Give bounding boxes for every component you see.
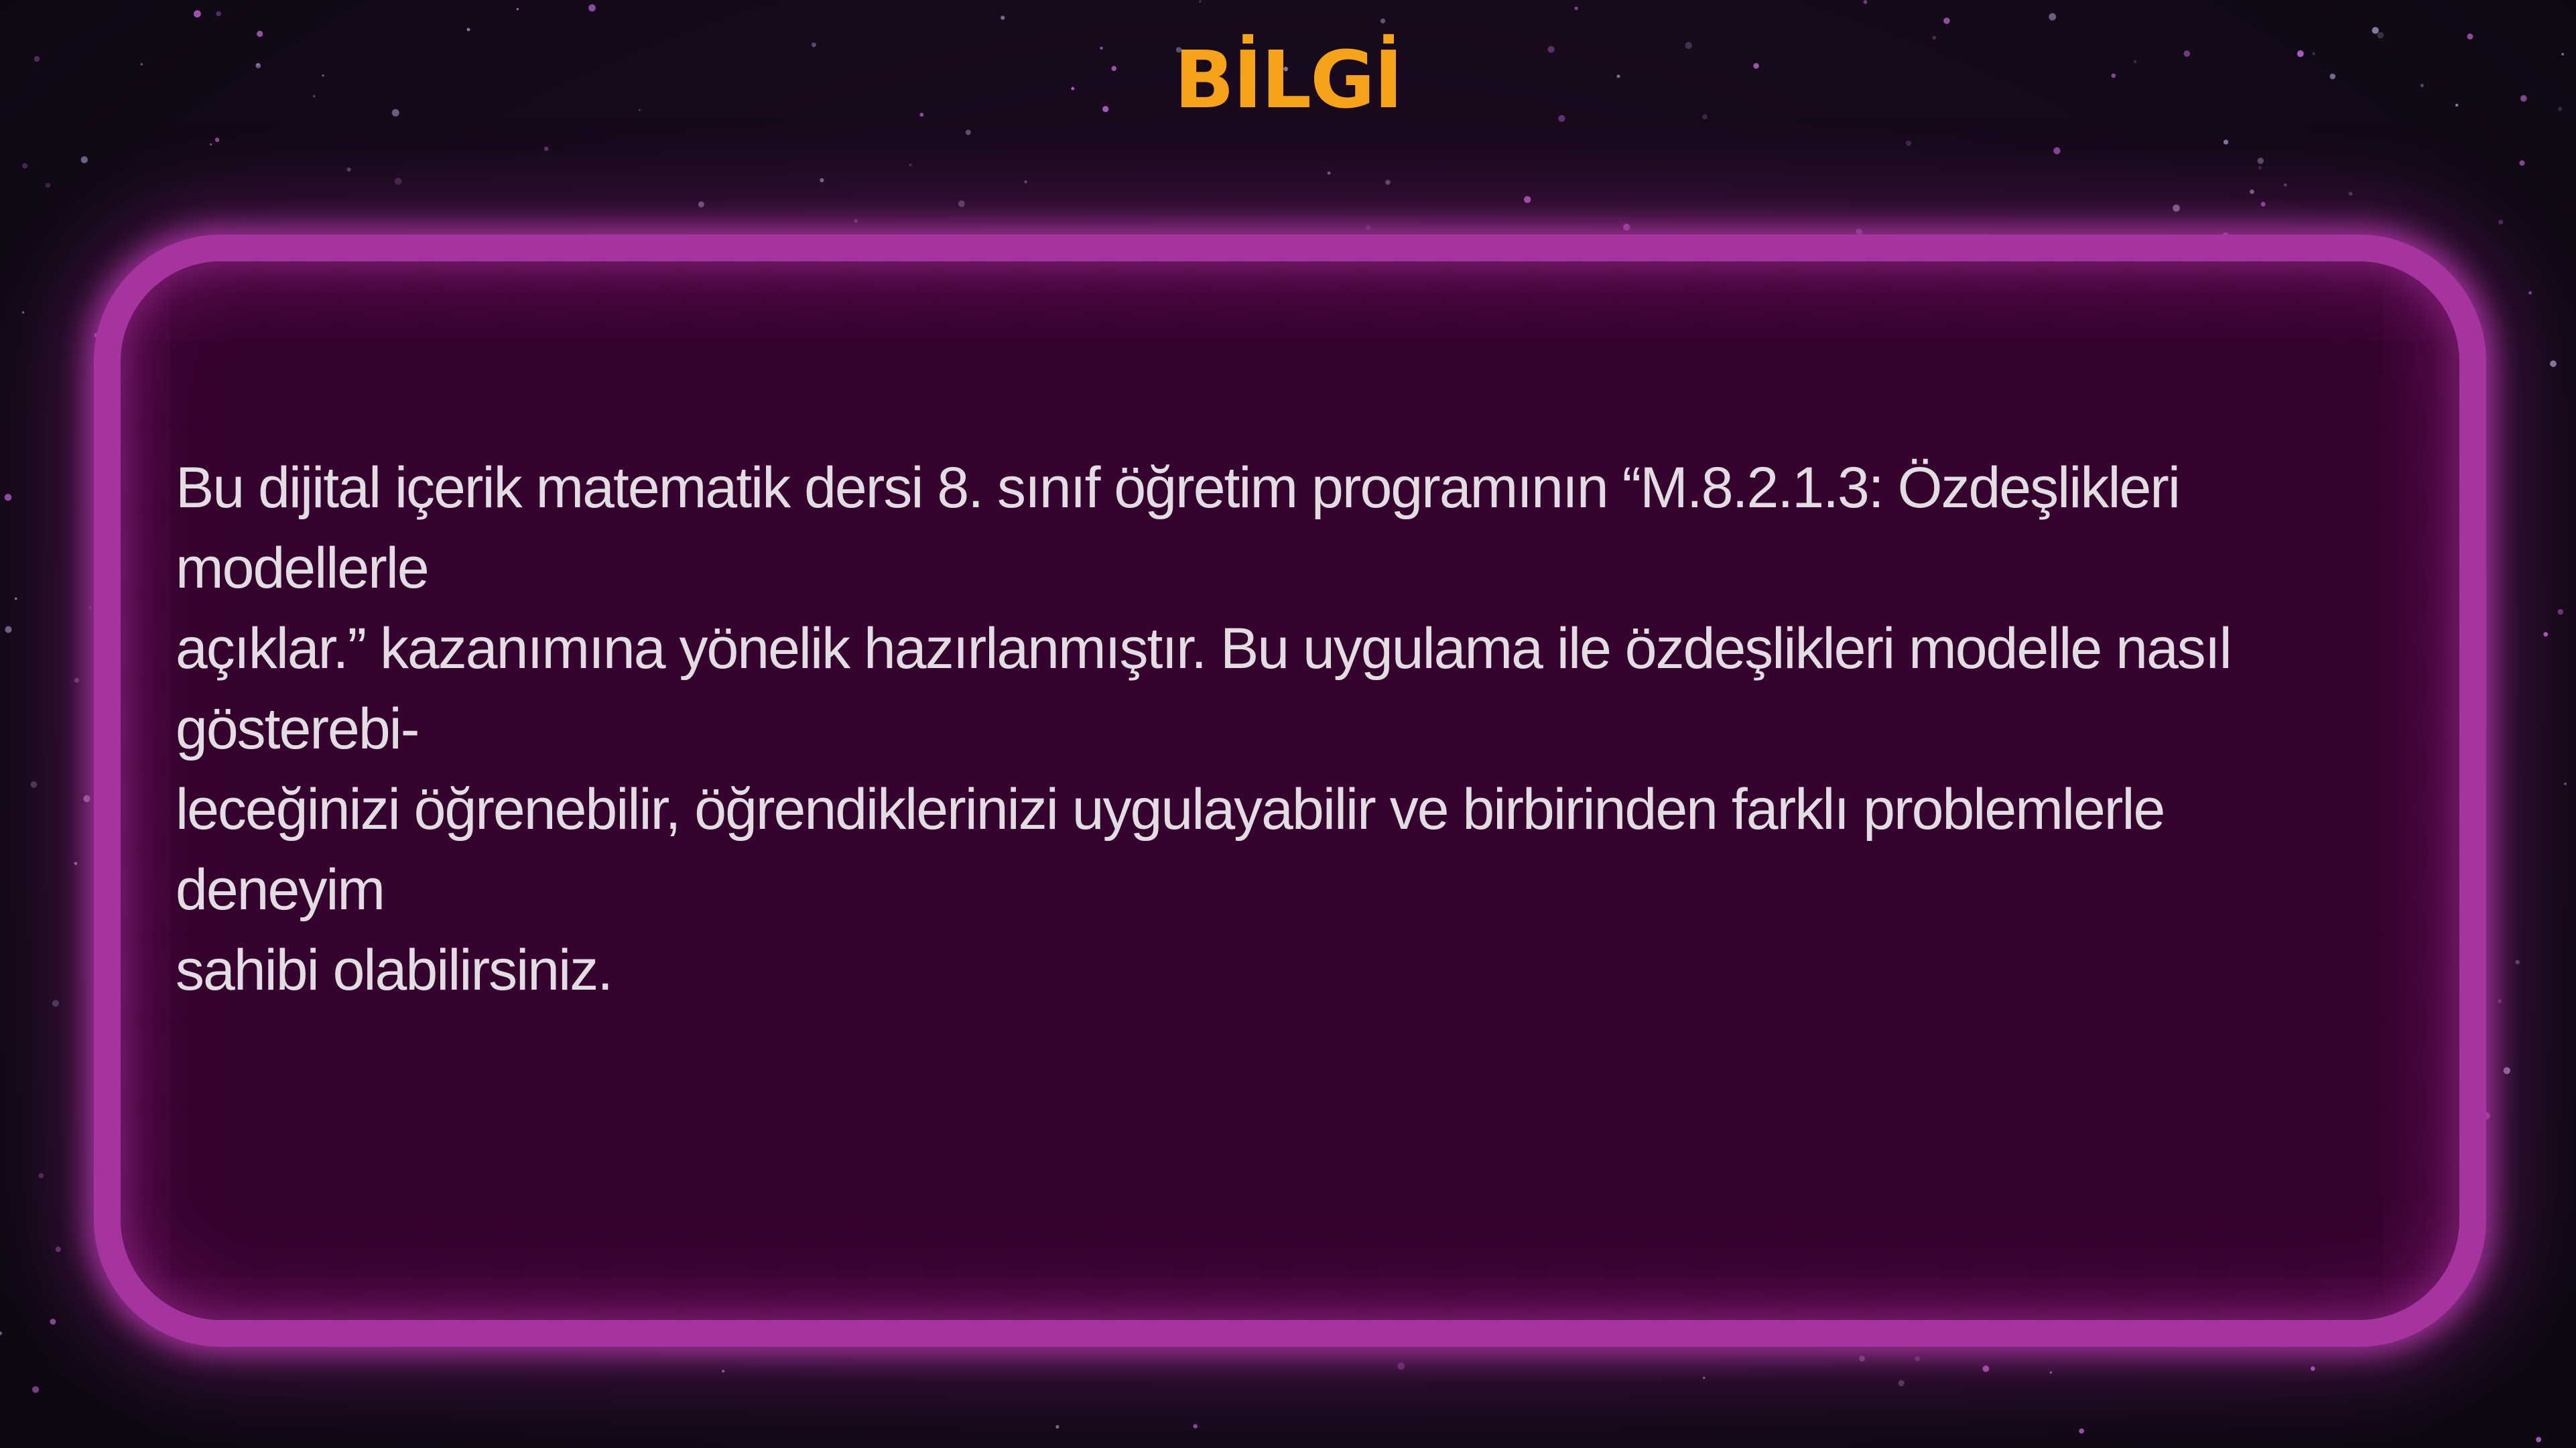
star-dot [2250, 189, 2254, 194]
star-dot [394, 178, 402, 185]
star-dot [2498, 219, 2504, 225]
star-dot [38, 1173, 44, 1179]
star-dot [544, 146, 549, 151]
star-dot [2348, 192, 2353, 196]
star-dot [854, 219, 858, 223]
star-dot [2503, 1067, 2510, 1075]
star-dot [1055, 1425, 1059, 1429]
star-dot [698, 201, 704, 208]
star-dot [820, 178, 824, 183]
star-dot [1982, 1365, 1990, 1372]
star-dot [5, 626, 12, 633]
star-dot [32, 1386, 40, 1393]
star-dot [346, 167, 351, 172]
star-dot [1024, 180, 1027, 184]
star-dot [2260, 202, 2266, 207]
star-dot [2519, 160, 2525, 166]
star-dot [88, 606, 92, 610]
star-dot [2498, 999, 2502, 1003]
star-dot [2258, 166, 2262, 170]
star-dot [1859, 1356, 1865, 1362]
star-dot [1193, 1424, 1198, 1429]
star-dot [2053, 147, 2061, 155]
star-dot [722, 1370, 725, 1373]
star-dot [588, 4, 596, 12]
star-dot [2467, 34, 2473, 40]
star-dot [74, 677, 80, 683]
star-dot [1703, 1376, 1705, 1379]
star-dot [1524, 196, 1531, 203]
info-paragraph: Bu dijital içerik matematik dersi 8. sın… [176, 456, 2232, 1002]
star-dot [516, 7, 519, 11]
star-dot [2311, 1366, 2315, 1371]
star-dot [210, 143, 212, 146]
star-dot [80, 156, 88, 163]
star-dot [1198, 0, 1202, 3]
star-dot [1943, 17, 1950, 24]
star-dot [74, 862, 78, 865]
star-dot [52, 1000, 60, 1007]
star-dot [1915, 1356, 1920, 1362]
star-dot [21, 311, 25, 314]
star-dot [1365, 224, 1371, 231]
star-dot [2079, 1428, 2085, 1434]
star-dot [1863, 0, 1868, 4]
star-dot [466, 27, 470, 31]
star-dot [1574, 6, 1578, 11]
star-dot [2550, 360, 2557, 367]
star-dot [214, 137, 220, 142]
star-dot [1397, 1362, 1405, 1370]
star-dot [2377, 31, 2384, 39]
star-dot [2049, 13, 2057, 21]
slide-background: BİLGİ Bu dijital içerik matematik dersi … [0, 0, 2576, 1448]
star-dot [2283, 183, 2287, 187]
star-dot [2557, 609, 2563, 615]
star-dot [1898, 1380, 1905, 1386]
star-dot [2528, 291, 2532, 295]
star-dot [257, 30, 263, 38]
star-dot [50, 1319, 56, 1325]
star-dot [1380, 18, 1386, 23]
star-dot [1327, 171, 1331, 175]
star-dot [4, 494, 12, 501]
star-dot [55, 1246, 61, 1252]
star-dot [1001, 15, 1005, 20]
star-dot [1932, 36, 1937, 40]
star-dot [1623, 223, 1630, 231]
star-dot [909, 163, 912, 167]
star-dot [2564, 782, 2567, 785]
star-dot [2049, 1371, 2053, 1374]
star-dot [2224, 139, 2229, 145]
star-dot [83, 795, 90, 803]
star-dot [2536, 1437, 2542, 1443]
star-dot [965, 129, 971, 135]
star-dot [0, 1331, 2, 1335]
page-title: BİLGİ [1174, 34, 1403, 126]
star-dot [30, 781, 38, 788]
star-dot [2257, 157, 2264, 164]
star-dot [1905, 140, 1912, 147]
star-dot [2543, 632, 2549, 637]
star-dot [216, 11, 221, 17]
star-dot [1385, 180, 1391, 185]
star-dot [194, 10, 201, 18]
star-dot [2515, 960, 2520, 965]
star-dot [2173, 204, 2180, 212]
star-dot [22, 163, 28, 169]
star-dot [2372, 27, 2379, 34]
star-dot [958, 200, 965, 207]
star-dot [45, 182, 51, 188]
star-dot [14, 597, 17, 600]
